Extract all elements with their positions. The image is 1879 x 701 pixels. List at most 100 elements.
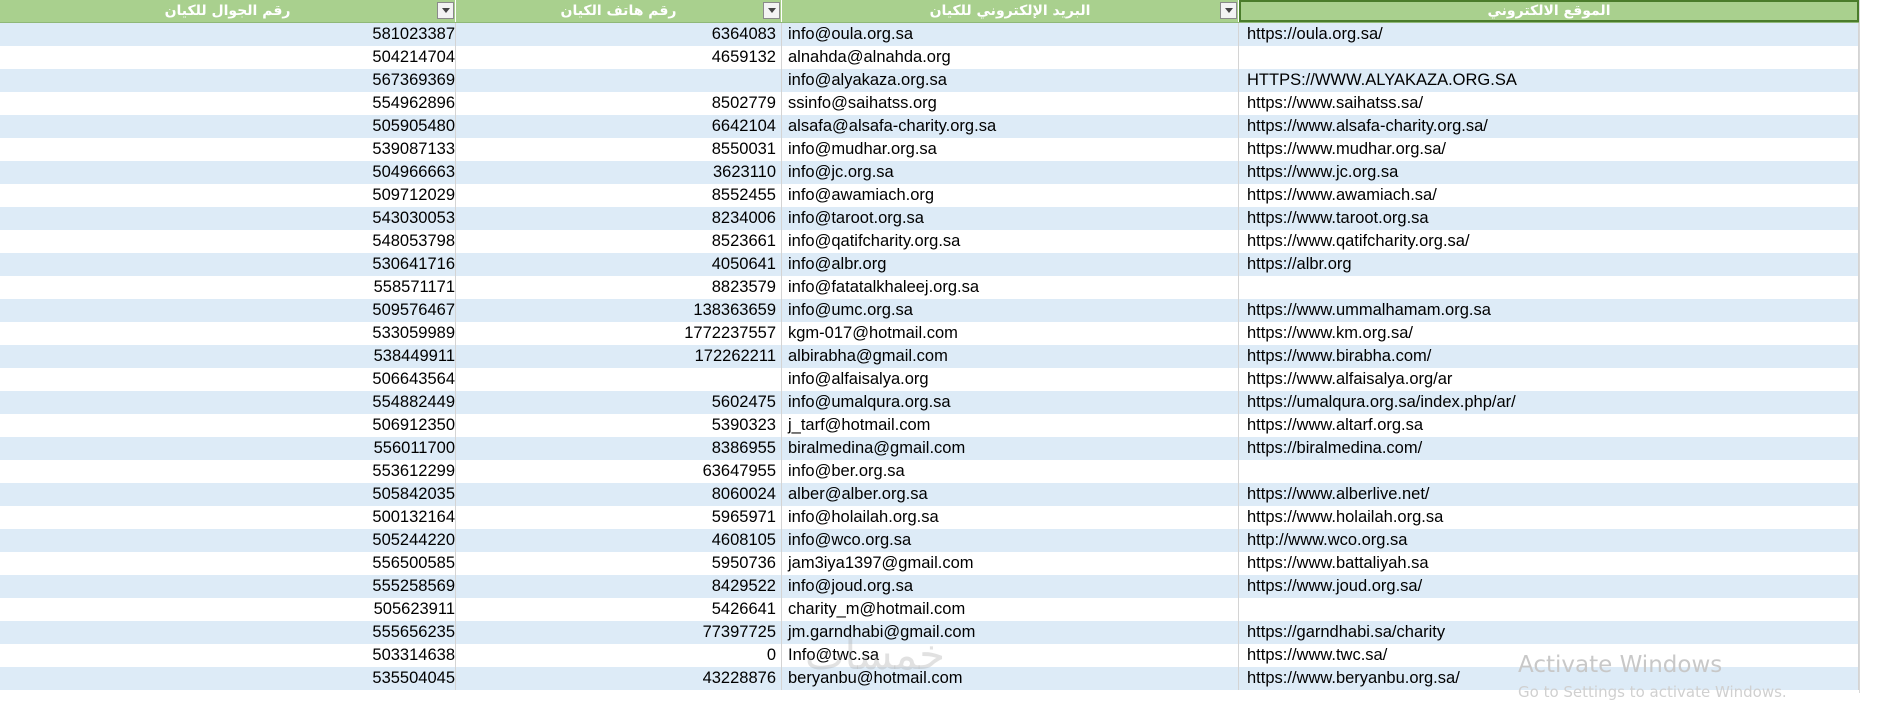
scrollbar-area[interactable]	[1859, 0, 1879, 693]
mobile-cell[interactable]: 506912350	[0, 414, 456, 437]
email-cell[interactable]: j_tarf@hotmail.com	[782, 414, 1239, 437]
header-email[interactable]: البريد الإلكتروني للكيان	[782, 0, 1239, 22]
email-cell[interactable]: info@umalqura.org.sa	[782, 391, 1239, 414]
header-mobile[interactable]: رقم الجوال للكيان	[0, 0, 456, 22]
email-cell[interactable]: biralmedina@gmail.com	[782, 437, 1239, 460]
email-cell[interactable]: info@taroot.org.sa	[782, 207, 1239, 230]
mobile-cell[interactable]: 556011700	[0, 437, 456, 460]
filter-dropdown-icon[interactable]	[1220, 2, 1237, 19]
phone-cell[interactable]: 5602475	[456, 391, 782, 414]
website-cell[interactable]: https://www.battaliyah.sa	[1239, 552, 1859, 575]
mobile-cell[interactable]: 505623911	[0, 598, 456, 621]
mobile-cell[interactable]: 509712029	[0, 184, 456, 207]
email-cell[interactable]: info@umc.org.sa	[782, 299, 1239, 322]
website-cell[interactable]: https://www.alsafa-charity.org.sa/	[1239, 115, 1859, 138]
mobile-cell[interactable]: 509576467	[0, 299, 456, 322]
phone-cell[interactable]	[456, 69, 782, 92]
mobile-cell[interactable]: 555258569	[0, 575, 456, 598]
phone-cell[interactable]: 5950736	[456, 552, 782, 575]
website-cell[interactable]: https://www.alberlive.net/	[1239, 483, 1859, 506]
mobile-cell[interactable]: 504214704	[0, 46, 456, 69]
phone-cell[interactable]: 0	[456, 644, 782, 667]
mobile-cell[interactable]: 500132164	[0, 506, 456, 529]
mobile-cell[interactable]: 548053798	[0, 230, 456, 253]
email-cell[interactable]: kgm-017@hotmail.com	[782, 322, 1239, 345]
mobile-cell[interactable]: 504966663	[0, 161, 456, 184]
email-cell[interactable]: info@alyakaza.org.sa	[782, 69, 1239, 92]
email-cell[interactable]: info@ber.org.sa	[782, 460, 1239, 483]
email-cell[interactable]: info@albr.org	[782, 253, 1239, 276]
mobile-cell[interactable]: 539087133	[0, 138, 456, 161]
website-cell[interactable]	[1239, 276, 1859, 299]
email-cell[interactable]: info@joud.org.sa	[782, 575, 1239, 598]
website-cell[interactable]: https://www.alfaisalya.org/ar	[1239, 368, 1859, 391]
email-cell[interactable]: alber@alber.org.sa	[782, 483, 1239, 506]
phone-cell[interactable]: 8552455	[456, 184, 782, 207]
website-cell[interactable]	[1239, 598, 1859, 621]
mobile-cell[interactable]: 567369369	[0, 69, 456, 92]
mobile-cell[interactable]: 533059989	[0, 322, 456, 345]
mobile-cell[interactable]: 505244220	[0, 529, 456, 552]
website-cell[interactable]: https://oula.org.sa/	[1239, 23, 1859, 46]
header-phone[interactable]: رقم هاتف الكيان	[456, 0, 782, 22]
phone-cell[interactable]: 5390323	[456, 414, 782, 437]
email-cell[interactable]: info@fatatalkhaleej.org.sa	[782, 276, 1239, 299]
website-cell[interactable]	[1239, 46, 1859, 69]
website-cell[interactable]: https://www.jc.org.sa	[1239, 161, 1859, 184]
phone-cell[interactable]: 8386955	[456, 437, 782, 460]
mobile-cell[interactable]: 538449911	[0, 345, 456, 368]
email-cell[interactable]: alsafa@alsafa-charity.org.sa	[782, 115, 1239, 138]
mobile-cell[interactable]: 581023387	[0, 23, 456, 46]
filter-dropdown-icon[interactable]	[763, 2, 780, 19]
email-cell[interactable]: info@alfaisalya.org	[782, 368, 1239, 391]
email-cell[interactable]: info@holailah.org.sa	[782, 506, 1239, 529]
phone-cell[interactable]: 4659132	[456, 46, 782, 69]
email-cell[interactable]: info@oula.org.sa	[782, 23, 1239, 46]
website-cell[interactable]: https://www.ummalhamam.org.sa	[1239, 299, 1859, 322]
mobile-cell[interactable]: 530641716	[0, 253, 456, 276]
phone-cell[interactable]: 8234006	[456, 207, 782, 230]
phone-cell[interactable]: 138363659	[456, 299, 782, 322]
email-cell[interactable]: info@qatifcharity.org.sa	[782, 230, 1239, 253]
website-cell[interactable]: https://www.holailah.org.sa	[1239, 506, 1859, 529]
email-cell[interactable]: albirabha@gmail.com	[782, 345, 1239, 368]
website-cell[interactable]: https://www.taroot.org.sa	[1239, 207, 1859, 230]
phone-cell[interactable]: 4608105	[456, 529, 782, 552]
website-cell[interactable]: https://albr.org	[1239, 253, 1859, 276]
mobile-cell[interactable]: 556500585	[0, 552, 456, 575]
phone-cell[interactable]: 6642104	[456, 115, 782, 138]
mobile-cell[interactable]: 503314638	[0, 644, 456, 667]
phone-cell[interactable]: 4050641	[456, 253, 782, 276]
mobile-cell[interactable]: 553612299	[0, 460, 456, 483]
website-cell[interactable]: https://umalqura.org.sa/index.php/ar/	[1239, 391, 1859, 414]
website-cell[interactable]: https://www.mudhar.org.sa/	[1239, 138, 1859, 161]
phone-cell[interactable]: 8550031	[456, 138, 782, 161]
mobile-cell[interactable]: 554882449	[0, 391, 456, 414]
phone-cell[interactable]: 172262211	[456, 345, 782, 368]
phone-cell[interactable]: 6364083	[456, 23, 782, 46]
website-cell[interactable]	[1239, 460, 1859, 483]
phone-cell[interactable]: 8523661	[456, 230, 782, 253]
mobile-cell[interactable]: 554962896	[0, 92, 456, 115]
filter-dropdown-icon[interactable]	[437, 2, 454, 19]
phone-cell[interactable]: 8502779	[456, 92, 782, 115]
phone-cell[interactable]: 1772237557	[456, 322, 782, 345]
email-cell[interactable]: charity_m@hotmail.com	[782, 598, 1239, 621]
website-cell[interactable]: https://www.altarf.org.sa	[1239, 414, 1859, 437]
website-cell[interactable]: https://www.saihatss.sa/	[1239, 92, 1859, 115]
website-cell[interactable]: https://www.joud.org.sa/	[1239, 575, 1859, 598]
email-cell[interactable]: jam3iya1397@gmail.com	[782, 552, 1239, 575]
header-website[interactable]: الموقع الالكتروني	[1239, 0, 1859, 22]
email-cell[interactable]: ssinfo@saihatss.org	[782, 92, 1239, 115]
email-cell[interactable]: info@wco.org.sa	[782, 529, 1239, 552]
mobile-cell[interactable]: 558571171	[0, 276, 456, 299]
email-cell[interactable]: info@awamiach.org	[782, 184, 1239, 207]
mobile-cell[interactable]: 506643564	[0, 368, 456, 391]
website-cell[interactable]: https://garndhabi.sa/charity	[1239, 621, 1859, 644]
website-cell[interactable]: https://www.km.org.sa/	[1239, 322, 1859, 345]
phone-cell[interactable]: 8823579	[456, 276, 782, 299]
phone-cell[interactable]: 5965971	[456, 506, 782, 529]
website-cell[interactable]: https://www.birabha.com/	[1239, 345, 1859, 368]
email-cell[interactable]: info@jc.org.sa	[782, 161, 1239, 184]
phone-cell[interactable]: 43228876	[456, 667, 782, 690]
